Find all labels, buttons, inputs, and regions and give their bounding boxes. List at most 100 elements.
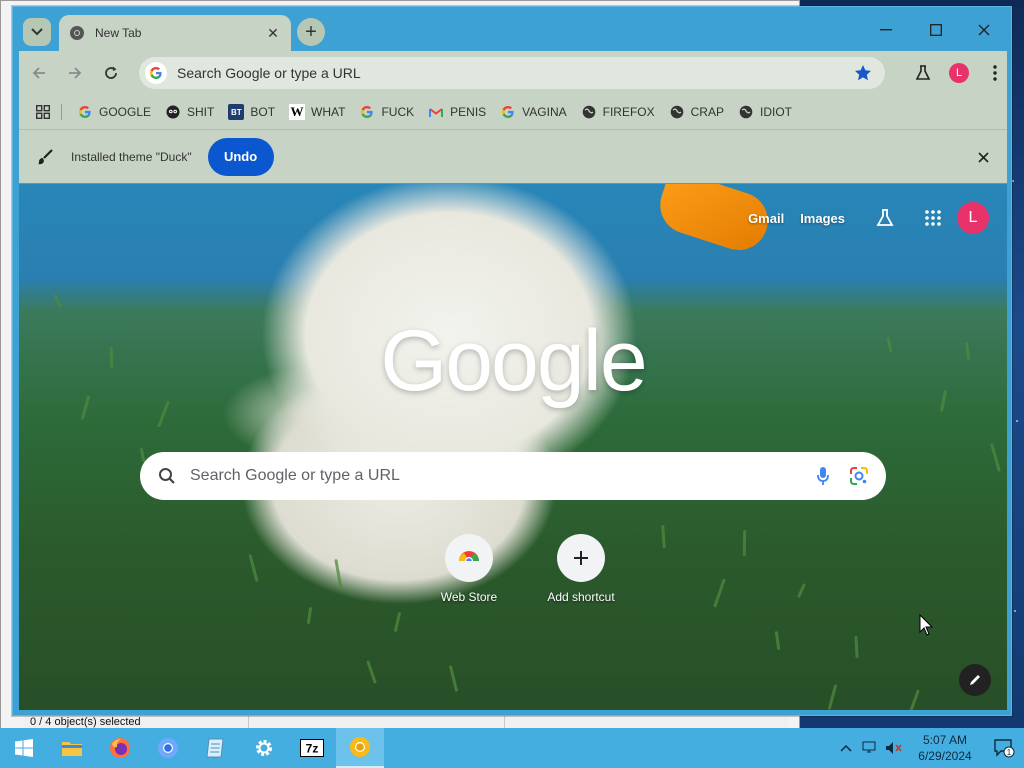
tab-strip: New Tab ✕ + <box>13 7 1011 51</box>
start-button[interactable] <box>0 728 48 768</box>
w-icon: W <box>289 104 306 120</box>
taskbar-file-explorer[interactable] <box>48 728 96 768</box>
chevron-down-icon <box>31 28 43 36</box>
minimize-icon <box>880 29 892 31</box>
bookmark-label: VAGINA <box>522 105 567 119</box>
microphone-icon <box>817 467 829 485</box>
bookmark-crap[interactable]: CRAP <box>662 99 731 125</box>
taskbar-chromium[interactable] <box>144 728 192 768</box>
bookmark-label: PENIS <box>450 105 487 119</box>
labs-button[interactable] <box>869 202 901 234</box>
google-lens-icon <box>850 467 868 485</box>
tray-overflow-button[interactable] <box>834 728 858 768</box>
voice-search-button[interactable] <box>810 463 836 489</box>
back-button[interactable] <box>25 59 53 87</box>
notification-count: 1 <box>1007 748 1012 757</box>
chrome-canary-icon <box>350 737 370 757</box>
bookmark-google[interactable]: GOOGLE <box>70 99 158 125</box>
undo-button[interactable]: Undo <box>207 137 274 176</box>
profile-button[interactable]: L <box>945 59 973 87</box>
tab-title: New Tab <box>95 26 142 40</box>
tab-new-tab[interactable]: New Tab ✕ <box>59 15 291 51</box>
notepad-icon <box>206 738 224 758</box>
ntp-search-placeholder: Search Google or type a URL <box>190 467 400 484</box>
close-icon <box>978 24 990 36</box>
taskbar-chrome-canary[interactable] <box>336 728 384 768</box>
chevron-up-icon <box>840 744 852 752</box>
background-window-statusbar: 0 / 4 object(s) selected <box>24 714 788 728</box>
ntp-profile-button[interactable]: L <box>957 202 989 234</box>
shortcut-web-store[interactable]: Web Store <box>414 534 524 604</box>
bookmark-label: BOT <box>250 105 276 119</box>
mouse-cursor-icon <box>919 614 933 636</box>
ntp-search-box[interactable]: Search Google or type a URL <box>140 452 886 500</box>
volume-muted-icon <box>886 742 902 754</box>
star-icon[interactable] <box>853 63 873 83</box>
google-icon <box>500 104 516 120</box>
bookmark-vagina[interactable]: VAGINA <box>493 99 573 125</box>
toolbar: Search Google or type a URL L <box>19 51 1007 95</box>
chrome-webstore-icon <box>445 534 493 582</box>
bookmark-fuck[interactable]: FUCK <box>352 99 421 125</box>
more-vert-icon <box>993 65 997 81</box>
bookmark-label: FIREFOX <box>602 105 655 119</box>
bookmark-firefox[interactable]: FIREFOX <box>574 99 662 125</box>
gmail-link[interactable]: Gmail <box>748 211 784 226</box>
network-button[interactable] <box>858 728 882 768</box>
avatar: L <box>957 202 989 234</box>
close-window-button[interactable] <box>961 15 1007 45</box>
bookmark-shit[interactable]: SHIT <box>158 99 221 125</box>
globe-icon <box>738 104 754 120</box>
firefox-icon <box>110 738 130 758</box>
taskbar-7zip[interactable]: 7z <box>288 728 336 768</box>
bookmark-penis[interactable]: PENIS <box>421 99 493 125</box>
apps-grid-icon <box>925 210 941 226</box>
search-icon <box>159 468 175 484</box>
bookmark-what[interactable]: W WHAT <box>282 99 352 125</box>
taskbar: 7z 5:07 AM 6/29/2024 1 <box>0 728 1024 768</box>
gmail-icon <box>428 104 444 120</box>
folder-icon <box>62 742 82 756</box>
arrow-left-icon <box>32 67 45 79</box>
apps-grid-icon <box>36 105 50 119</box>
maximize-button[interactable] <box>913 15 959 45</box>
plus-icon <box>557 534 605 582</box>
globe-icon <box>581 104 597 120</box>
infobar-close-button[interactable] <box>973 147 993 167</box>
taskbar-firefox[interactable] <box>96 728 144 768</box>
new-tab-button[interactable]: + <box>297 18 325 46</box>
address-bar[interactable]: Search Google or type a URL <box>139 57 885 89</box>
google-icon <box>359 104 375 120</box>
maximize-icon <box>930 24 942 36</box>
images-link[interactable]: Images <box>800 211 845 226</box>
volume-button[interactable] <box>882 728 906 768</box>
customize-chrome-button[interactable] <box>959 664 991 696</box>
bookmark-label: FUCK <box>381 105 415 119</box>
shortcut-add[interactable]: Add shortcut <box>526 534 636 604</box>
lens-search-button[interactable] <box>846 463 872 489</box>
taskbar-settings[interactable] <box>240 728 288 768</box>
apps-button[interactable] <box>31 100 55 124</box>
reload-button[interactable] <box>97 59 125 87</box>
bookmark-bot[interactable]: BT BOT <box>221 99 282 125</box>
bookmarks-bar: GOOGLE SHIT BT BOT W WHAT FUCK PENIS VAG… <box>19 95 1007 129</box>
tab-close-button[interactable]: ✕ <box>265 25 281 42</box>
bookmark-label: GOOGLE <box>99 105 152 119</box>
shortcut-label: Add shortcut <box>547 590 615 604</box>
globe-icon <box>669 104 685 120</box>
taskbar-clock[interactable]: 5:07 AM 6/29/2024 <box>906 732 984 764</box>
labs-button[interactable] <box>909 59 937 87</box>
bookmark-label: IDIOT <box>759 105 792 119</box>
pencil-icon <box>970 675 980 685</box>
avatar: L <box>949 63 969 83</box>
google-icon <box>77 104 93 120</box>
tab-search-button[interactable] <box>23 18 51 46</box>
minimize-button[interactable] <box>863 15 909 45</box>
infobar-message: Installed theme "Duck" <box>71 149 192 164</box>
menu-button[interactable] <box>981 59 1009 87</box>
google-apps-button[interactable] <box>917 202 949 234</box>
forward-button[interactable] <box>61 59 89 87</box>
notification-center-button[interactable]: 1 <box>984 728 1024 768</box>
bookmark-idiot[interactable]: IDIOT <box>731 99 799 125</box>
taskbar-notepad[interactable] <box>192 728 240 768</box>
